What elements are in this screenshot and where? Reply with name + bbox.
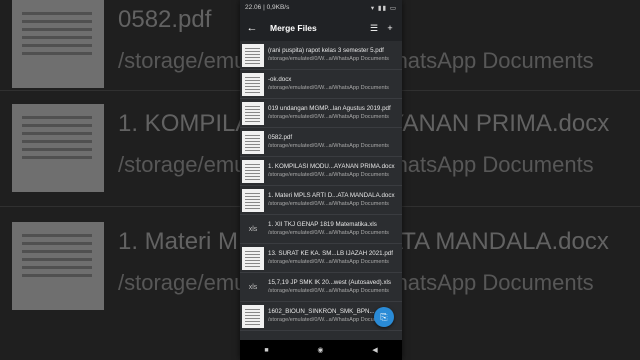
document-thumbnail xyxy=(242,43,264,67)
system-nav-bar: ■ ◉ ◀ xyxy=(240,340,402,360)
document-thumbnail xyxy=(242,159,264,183)
file-list-item[interactable]: 1. Materi MPLS ARTI D...ATA MANDALA.docx… xyxy=(240,186,402,215)
file-name: -ok.docx xyxy=(268,76,292,83)
file-text: 1. KOMPILASI MODU...AYANAN PRIMA.docx/st… xyxy=(268,162,402,180)
add-icon[interactable]: + xyxy=(382,23,398,33)
app-toolbar: ← Merge Files ☰ + xyxy=(240,15,402,41)
file-list-item[interactable]: 0582.pdf/storage/emulated/0/W...a/WhatsA… xyxy=(240,128,402,157)
back-arrow-icon[interactable]: ← xyxy=(244,22,260,34)
spreadsheet-icon: xls xyxy=(248,225,258,233)
document-thumbnail xyxy=(242,188,264,212)
status-time: 22.06 | 0,9KB/s xyxy=(245,4,290,11)
file-text: 1. Materi MPLS ARTI D...ATA MANDALA.docx… xyxy=(268,191,402,209)
file-name: 1. XII TKJ GENAP 1819 Matematika.xls xyxy=(268,221,377,228)
file-name: 15,7,19 JP SMK IK 20...west (Autosaved).… xyxy=(268,279,392,286)
file-text: 0582.pdf/storage/emulated/0/W...a/WhatsA… xyxy=(268,133,402,151)
file-list-item[interactable]: xls 1. XII TKJ GENAP 1819 Matematika.xls /… xyxy=(240,215,402,244)
merge-icon: ⎘ xyxy=(380,311,388,322)
file-list-item[interactable]: 019 undangan MGMP...lan Agustus 2019.pdf… xyxy=(240,99,402,128)
file-path: /storage/emulated/0/W...a/WhatsApp Docum… xyxy=(268,56,389,62)
document-thumbnail xyxy=(242,72,264,96)
file-name: 019 undangan MGMP...lan Agustus 2019.pdf xyxy=(268,105,391,112)
status-bar: 22.06 | 0,9KB/s ▾ ▮▮ ▭ xyxy=(240,0,402,15)
file-name: 0582.pdf xyxy=(268,134,293,141)
merge-fab-button[interactable]: ⎘ xyxy=(374,307,394,327)
file-list-item[interactable]: -ok.docx/storage/emulated/0/W...a/WhatsA… xyxy=(240,70,402,99)
document-thumbnail xyxy=(242,304,264,328)
home-icon[interactable]: ◉ xyxy=(317,346,323,354)
file-text: (rani puspita) rapot kelas 3 semester 5.… xyxy=(268,46,402,64)
document-thumbnail xyxy=(242,130,264,154)
file-name: 13. SURAT KE KA. SM...LB IJAZAH 2021.pdf xyxy=(268,250,393,257)
file-list-item[interactable]: xls 15,7,19 JP SMK IK 20...west (Autosave… xyxy=(240,273,402,302)
file-path: /storage/emulated/0/W...a/WhatsApp Docum… xyxy=(268,143,389,149)
file-path: /storage/emulated/0/W...a/WhatsApp Docum… xyxy=(268,85,389,91)
document-thumbnail xyxy=(242,246,264,270)
page-title: Merge Files xyxy=(270,23,317,33)
file-text: 019 undangan MGMP...lan Agustus 2019.pdf… xyxy=(268,104,402,122)
file-list: (rani puspita) rapot kelas 3 semester 5.… xyxy=(240,41,402,331)
file-name: 1. Materi MPLS ARTI D...ATA MANDALA.docx xyxy=(268,192,395,199)
file-list-item[interactable]: 13. SURAT KE KA. SM...LB IJAZAH 2021.pdf… xyxy=(240,244,402,273)
list-view-icon[interactable]: ☰ xyxy=(366,23,382,34)
file-path: /storage/emulated/0/W...a/WhatsApp Docum… xyxy=(268,230,389,236)
file-text: 1. XII TKJ GENAP 1819 Matematika.xls/sto… xyxy=(268,220,402,238)
file-path: /storage/emulated/0/W...a/WhatsApp Docum… xyxy=(268,259,389,265)
file-name: 1. KOMPILASI MODU...AYANAN PRIMA.docx xyxy=(268,163,395,170)
file-path: /storage/emulated/0/W...a/WhatsApp Docum… xyxy=(268,288,389,294)
recent-apps-icon[interactable]: ■ xyxy=(264,347,268,354)
file-text: -ok.docx/storage/emulated/0/W...a/WhatsA… xyxy=(268,75,402,93)
file-path: /storage/emulated/0/W...a/WhatsApp Docum… xyxy=(268,201,389,207)
document-thumbnail xyxy=(242,101,264,125)
file-path: /storage/emulated/0/W...a/WhatsApp Docum… xyxy=(268,172,389,178)
file-text: 13. SURAT KE KA. SM...LB IJAZAH 2021.pdf… xyxy=(268,249,402,267)
file-list-item[interactable]: 1. KOMPILASI MODU...AYANAN PRIMA.docx/st… xyxy=(240,157,402,186)
nav-back-icon[interactable]: ◀ xyxy=(372,346,377,354)
file-list-item[interactable]: (rani puspita) rapot kelas 3 semester 5.… xyxy=(240,41,402,70)
status-icons: ▾ ▮▮ ▭ xyxy=(370,4,397,12)
file-text: 15,7,19 JP SMK IK 20...west (Autosaved).… xyxy=(268,278,402,296)
file-name: (rani puspita) rapot kelas 3 semester 5.… xyxy=(268,47,384,54)
phone-screen: 22.06 | 0,9KB/s ▾ ▮▮ ▭ ← Merge Files ☰ +… xyxy=(240,0,402,360)
file-path: /storage/emulated/0/W...a/WhatsApp Docum… xyxy=(268,114,389,120)
spreadsheet-icon: xls xyxy=(248,283,258,291)
